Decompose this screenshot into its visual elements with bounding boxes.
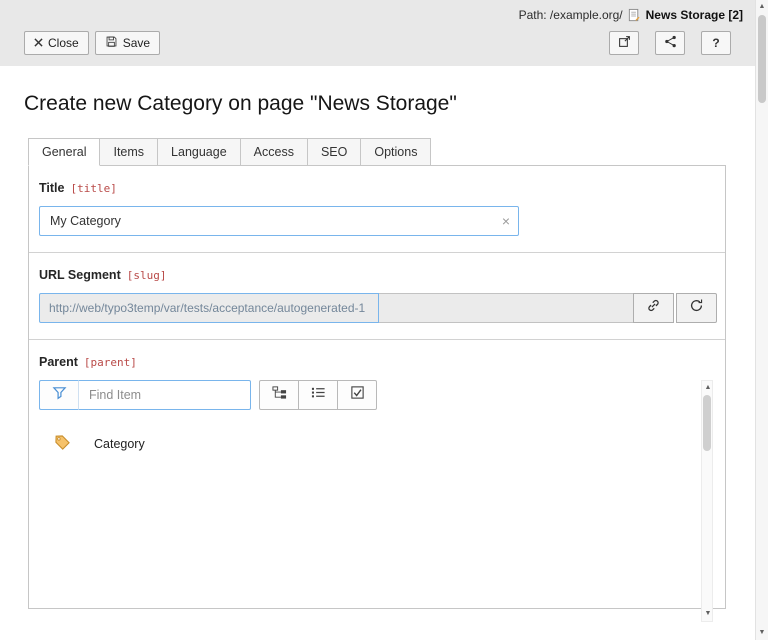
title-input[interactable] bbox=[39, 206, 519, 236]
close-button-label: Close bbox=[48, 36, 79, 50]
tag-icon bbox=[54, 434, 71, 454]
page-title: Create new Category on page "News Storag… bbox=[24, 92, 731, 116]
page-path-label: Path: /example.org/ bbox=[519, 8, 623, 22]
breadcrumb: Path: /example.org/ News Storage [2] bbox=[0, 0, 755, 24]
tree-scrollbar-thumb[interactable] bbox=[703, 395, 711, 451]
title-field-section: Title [title] × bbox=[29, 166, 725, 253]
regenerate-slug-button[interactable] bbox=[676, 293, 717, 323]
slug-field-code: [slug] bbox=[127, 269, 167, 282]
expand-tree-button[interactable] bbox=[259, 380, 299, 410]
title-label-text: Title bbox=[39, 181, 64, 195]
tree-item-label: Category bbox=[94, 437, 145, 451]
funnel-icon bbox=[52, 385, 67, 405]
save-button-label: Save bbox=[123, 36, 150, 50]
refresh-icon bbox=[689, 298, 704, 318]
clear-title-icon[interactable]: × bbox=[502, 214, 510, 228]
tree-scroll-up-icon[interactable]: ▲ bbox=[702, 383, 714, 393]
content-area: Create new Category on page "News Storag… bbox=[0, 66, 755, 640]
slug-prefix-input[interactable]: http://web/typo3temp/var/tests/acceptanc… bbox=[39, 293, 379, 323]
page-scrollbar-thumb[interactable] bbox=[758, 15, 766, 103]
tree-view-buttons bbox=[259, 380, 377, 410]
record-form: General Items Language Access SEO Option… bbox=[28, 138, 726, 609]
parent-field-section: Parent [parent] bbox=[29, 340, 725, 608]
tree-scroll-down-icon[interactable]: ▼ bbox=[702, 609, 714, 619]
scroll-down-arrow-icon[interactable]: ▼ bbox=[756, 628, 768, 638]
slug-editable-input[interactable] bbox=[379, 293, 633, 323]
tree-icon bbox=[272, 385, 287, 405]
parent-tree-widget: Category ▲ ▼ bbox=[39, 380, 713, 454]
slug-label-text: URL Segment bbox=[39, 268, 121, 282]
filter-button[interactable] bbox=[39, 380, 79, 410]
list-view-button[interactable] bbox=[298, 380, 338, 410]
tab-language[interactable]: Language bbox=[157, 138, 241, 166]
slug-field-section: URL Segment [slug] http://web/typo3temp/v… bbox=[29, 253, 725, 340]
toggle-slug-edit-button[interactable] bbox=[633, 293, 674, 323]
tree-filter-group bbox=[39, 380, 251, 410]
share-icon bbox=[664, 35, 677, 51]
tab-general[interactable]: General bbox=[28, 138, 100, 166]
close-button[interactable]: Close bbox=[24, 31, 89, 55]
tab-bar: General Items Language Access SEO Option… bbox=[28, 138, 726, 166]
tab-seo[interactable]: SEO bbox=[307, 138, 361, 166]
close-icon bbox=[34, 36, 43, 50]
parent-field-code: [parent] bbox=[84, 356, 137, 369]
save-button[interactable]: Save bbox=[95, 31, 160, 55]
share-button[interactable] bbox=[655, 31, 685, 55]
tree-scrollbar[interactable]: ▲ ▼ bbox=[701, 380, 713, 622]
page-scrollbar[interactable]: ▲ ▼ bbox=[755, 0, 768, 640]
doc-toolbar: Close Save bbox=[0, 24, 755, 55]
help-icon: ? bbox=[712, 36, 719, 50]
slug-field-label: URL Segment [slug] bbox=[39, 268, 715, 282]
tab-items[interactable]: Items bbox=[99, 138, 158, 166]
page-record-icon bbox=[627, 8, 642, 23]
title-field-code: [title] bbox=[70, 182, 116, 195]
tab-options[interactable]: Options bbox=[360, 138, 431, 166]
app-window: Path: /example.org/ News Storage [2] Clo… bbox=[0, 0, 755, 640]
find-item-input[interactable] bbox=[79, 380, 251, 410]
tree-toolbar bbox=[39, 380, 713, 410]
parent-field-label: Parent [parent] bbox=[39, 355, 715, 369]
checkbox-icon bbox=[350, 385, 365, 405]
tab-access[interactable]: Access bbox=[240, 138, 308, 166]
new-window-icon bbox=[618, 35, 631, 51]
tab-panel-general: Title [title] × URL Segment [slug] http://… bbox=[28, 166, 726, 609]
toggle-selection-button[interactable] bbox=[337, 380, 377, 410]
page-reference: News Storage [2] bbox=[646, 8, 743, 22]
tree-item-category[interactable]: Category bbox=[39, 434, 713, 454]
title-field-label: Title [title] bbox=[39, 181, 715, 195]
help-button[interactable]: ? bbox=[701, 31, 731, 55]
save-icon bbox=[105, 35, 118, 51]
link-icon bbox=[646, 298, 661, 318]
scroll-up-arrow-icon[interactable]: ▲ bbox=[756, 2, 768, 12]
parent-label-text: Parent bbox=[39, 355, 78, 369]
open-new-window-button[interactable] bbox=[609, 31, 639, 55]
slug-input-group: http://web/typo3temp/var/tests/acceptanc… bbox=[39, 293, 717, 323]
list-icon bbox=[311, 385, 326, 405]
header: Path: /example.org/ News Storage [2] Clo… bbox=[0, 0, 755, 66]
